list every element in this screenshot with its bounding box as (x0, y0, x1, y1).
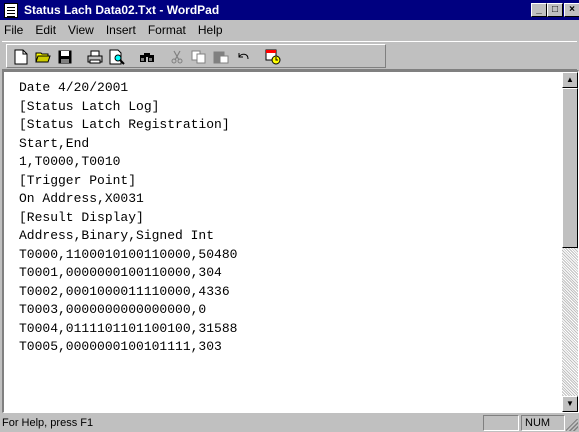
resize-grip-icon[interactable] (566, 419, 578, 431)
menu-format[interactable]: Format (142, 23, 192, 37)
num-lock-indicator: NUM (521, 415, 565, 431)
cut-icon[interactable] (167, 47, 187, 66)
document-line: 1,T0000,T0010 (19, 154, 121, 169)
title-bar[interactable]: Status Lach Data02.Txt - WordPad _ □ × (0, 0, 579, 20)
document-line: T0001,0000000100110000,304 (19, 265, 222, 280)
print-preview-icon[interactable] (107, 47, 127, 66)
wordpad-window: Status Lach Data02.Txt - WordPad _ □ × F… (0, 0, 579, 432)
menu-view[interactable]: View (62, 23, 100, 37)
minimize-button[interactable]: _ (531, 3, 547, 17)
document-text: Date 4/20/2001 [Status Latch Log] [Statu… (19, 79, 237, 357)
menu-insert[interactable]: Insert (100, 23, 142, 37)
document-line: [Status Latch Registration] (19, 117, 230, 132)
undo-icon[interactable] (233, 47, 253, 66)
toolbar (2, 41, 577, 70)
document-line: [Result Display] (19, 209, 144, 225)
document-line: Date 4/20/2001 (19, 80, 129, 95)
open-icon[interactable] (33, 47, 53, 66)
save-icon[interactable] (55, 47, 75, 66)
window-title: Status Lach Data02.Txt - WordPad (24, 3, 220, 17)
document-line: T0005,0000000100101111,303 (19, 339, 222, 354)
document-line: On Address,X0031 (19, 191, 144, 206)
document-line: [Status Latch Log] (19, 98, 160, 114)
scroll-down-arrow-icon[interactable]: ▼ (562, 396, 578, 412)
close-button[interactable]: × (564, 3, 579, 17)
find-icon[interactable] (137, 47, 157, 66)
new-icon[interactable] (11, 47, 31, 66)
document-line: T0003,0000000000000000,0 (19, 302, 207, 317)
document-line: T0002,0001000011110000,4336 (19, 283, 230, 299)
scroll-thumb[interactable] (562, 88, 578, 248)
status-help-text: For Help, press F1 (2, 417, 94, 429)
status-pane-empty (483, 415, 519, 431)
date-time-icon[interactable] (263, 47, 283, 66)
document-area[interactable]: Date 4/20/2001 [Status Latch Log] [Statu… (2, 70, 579, 413)
scroll-up-arrow-icon[interactable]: ▲ (562, 72, 578, 88)
menu-file[interactable]: File (0, 23, 29, 37)
document-line: T0000,1100010100110000,50480 (19, 246, 238, 262)
maximize-button[interactable]: □ (547, 3, 563, 17)
document-line: [Trigger Point] (19, 172, 137, 188)
document-line: T0004,0111101101100100,31588 (19, 320, 238, 336)
menu-bar: File Edit View Insert Format Help (0, 20, 579, 39)
copy-icon[interactable] (189, 47, 209, 66)
menu-help[interactable]: Help (192, 23, 229, 37)
paste-icon[interactable] (211, 47, 231, 66)
status-bar: For Help, press F1 NUM (0, 414, 579, 432)
wordpad-document-icon[interactable] (4, 2, 18, 18)
menu-edit[interactable]: Edit (29, 23, 62, 37)
document-line: Start,End (19, 135, 90, 151)
print-icon[interactable] (85, 47, 105, 66)
document-line: Address,Binary,Signed Int (19, 228, 215, 243)
vertical-scrollbar[interactable]: ▲ ▼ (562, 72, 578, 412)
toolbar-group (6, 44, 386, 68)
